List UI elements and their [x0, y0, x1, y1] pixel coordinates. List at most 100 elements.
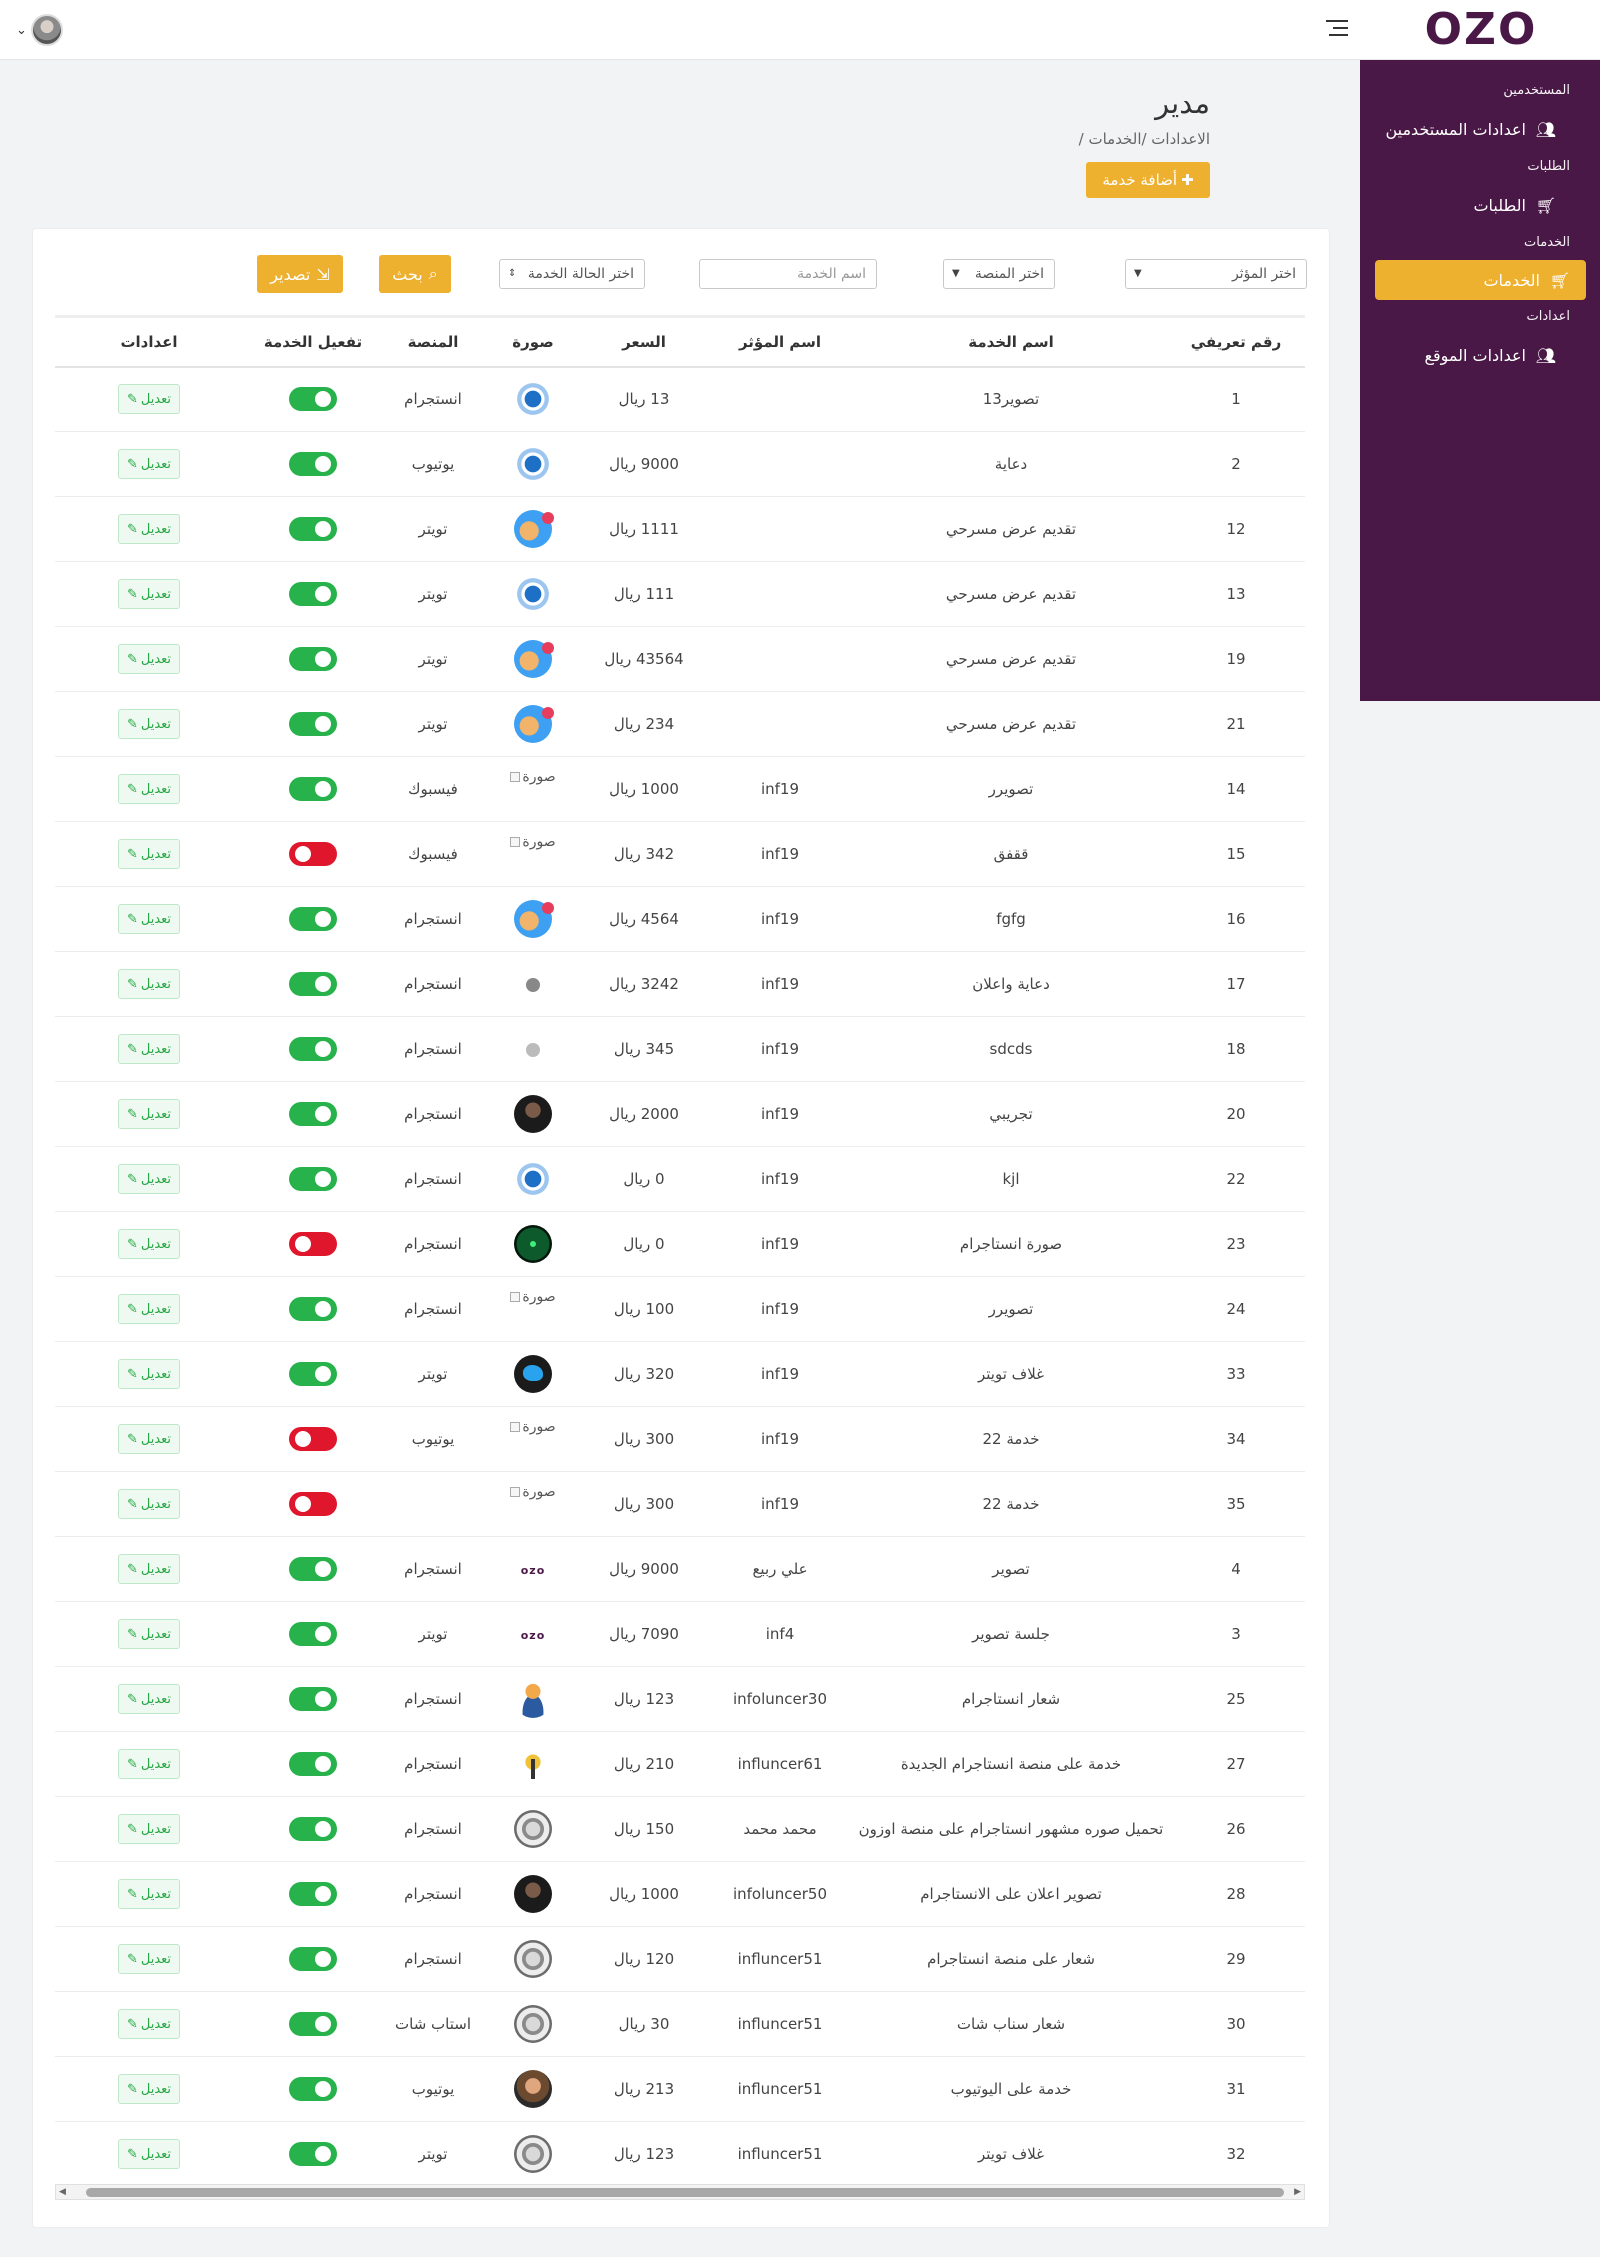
- sidebar-item-orders[interactable]: 🛒︎ الطلبات: [1360, 182, 1586, 228]
- sidebar-item-services[interactable]: 🛒︎ الخدمات: [1375, 260, 1586, 300]
- service-name-input[interactable]: اسم الخدمة: [699, 259, 877, 289]
- cell-service-name: تصويرر: [855, 756, 1167, 822]
- edit-button[interactable]: تعديل ✎: [117, 2139, 181, 2169]
- service-active-toggle[interactable]: [289, 452, 337, 476]
- cell-id: 20: [1167, 1081, 1305, 1147]
- platform-select-value: اختر المنصة: [974, 266, 1044, 282]
- service-active-toggle[interactable]: [289, 972, 337, 996]
- service-active-toggle[interactable]: [289, 1297, 337, 1321]
- edit-button[interactable]: تعديل ✎: [117, 1489, 181, 1519]
- cell-active: [243, 1731, 383, 1797]
- edit-button[interactable]: تعديل ✎: [117, 904, 181, 934]
- edit-button[interactable]: تعديل ✎: [117, 1684, 181, 1714]
- edit-button[interactable]: تعديل ✎: [117, 1814, 181, 1844]
- service-active-toggle[interactable]: [289, 842, 337, 866]
- edit-button[interactable]: تعديل ✎: [117, 839, 181, 869]
- edit-button[interactable]: تعديل ✎: [117, 1424, 181, 1454]
- cell-active: [243, 496, 383, 562]
- service-active-toggle[interactable]: [289, 647, 337, 671]
- service-active-toggle[interactable]: [289, 777, 337, 801]
- service-active-toggle[interactable]: [289, 1622, 337, 1646]
- service-active-toggle[interactable]: [289, 1817, 337, 1841]
- edit-button[interactable]: تعديل ✎: [117, 709, 181, 739]
- column-header[interactable]: اعدادات: [55, 316, 243, 368]
- edit-button[interactable]: تعديل ✎: [117, 2009, 181, 2039]
- menu-toggle-icon[interactable]: [1326, 20, 1348, 40]
- chevron-down-icon[interactable]: ⌄: [16, 23, 27, 38]
- add-service-button[interactable]: ✚ أضافة خدمة: [1086, 162, 1210, 198]
- edit-button[interactable]: تعديل ✎: [117, 1554, 181, 1584]
- horizontal-scrollbar[interactable]: ◀ ▶: [55, 2184, 1305, 2200]
- cell-settings: تعديل ✎: [55, 1016, 243, 1082]
- service-active-toggle[interactable]: [289, 1752, 337, 1776]
- service-active-toggle[interactable]: [289, 387, 337, 412]
- service-active-toggle[interactable]: [289, 2077, 337, 2101]
- service-active-toggle[interactable]: [289, 1947, 337, 1971]
- service-active-toggle[interactable]: [289, 712, 337, 736]
- influencer-select[interactable]: اختر المؤثر ▼: [1125, 259, 1307, 289]
- edit-button[interactable]: تعديل ✎: [117, 1944, 181, 1974]
- service-active-toggle[interactable]: [289, 1167, 337, 1191]
- user-menu[interactable]: ⌄: [16, 14, 63, 46]
- edit-button[interactable]: تعديل ✎: [117, 514, 181, 544]
- scroll-right-icon[interactable]: ▶: [1294, 2187, 1301, 2197]
- edit-button[interactable]: تعديل ✎: [117, 1879, 181, 1909]
- service-active-toggle[interactable]: [289, 582, 337, 606]
- service-active-toggle[interactable]: [289, 1557, 337, 1581]
- edit-button[interactable]: تعديل ✎: [117, 1749, 181, 1779]
- user-avatar[interactable]: [30, 14, 63, 46]
- service-active-toggle[interactable]: [289, 1687, 337, 1711]
- service-active-toggle[interactable]: [289, 1232, 337, 1256]
- column-header[interactable]: السعر: [583, 316, 705, 368]
- ozo-logo[interactable]: OZO: [1419, 2, 1544, 56]
- edit-button[interactable]: تعديل ✎: [117, 1359, 181, 1389]
- platform-select[interactable]: اختر المنصة ▼: [943, 259, 1055, 289]
- export-button[interactable]: ⇲ تصدير: [257, 255, 343, 293]
- edit-button[interactable]: تعديل ✎: [117, 774, 181, 804]
- edit-button[interactable]: تعديل ✎: [117, 1294, 181, 1324]
- service-active-toggle[interactable]: [289, 1492, 337, 1516]
- service-active-toggle[interactable]: [289, 1037, 337, 1061]
- edit-button[interactable]: تعديل ✎: [117, 579, 181, 609]
- edit-button[interactable]: تعديل ✎: [117, 449, 181, 479]
- service-active-toggle[interactable]: [289, 1362, 337, 1386]
- service-active-toggle[interactable]: [289, 907, 337, 931]
- edit-button[interactable]: تعديل ✎: [117, 1619, 181, 1649]
- breadcrumb[interactable]: الاعدادات /الخدمات /: [1079, 130, 1210, 148]
- service-active-toggle[interactable]: [289, 1427, 337, 1451]
- column-header[interactable]: صورة: [483, 316, 583, 368]
- edit-button[interactable]: تعديل ✎: [117, 969, 181, 999]
- sidebar-item-user-settings[interactable]: 👥︎ اعدادات المستخدمين: [1360, 106, 1586, 152]
- service-active-toggle[interactable]: [289, 517, 337, 541]
- edit-button[interactable]: تعديل ✎: [117, 1229, 181, 1259]
- column-header[interactable]: تفعيل الخدمة: [243, 316, 383, 368]
- scroll-left-icon[interactable]: ◀: [59, 2187, 66, 2197]
- service-active-toggle[interactable]: [289, 1882, 337, 1906]
- edit-button[interactable]: تعديل ✎: [117, 1164, 181, 1194]
- sidebar-item-site-settings[interactable]: 👥︎ اعدادات الموقع: [1360, 332, 1586, 378]
- service-active-toggle[interactable]: [289, 2142, 337, 2166]
- cell-platform: انستجرام: [383, 1796, 483, 1862]
- edit-button[interactable]: تعديل ✎: [117, 2074, 181, 2104]
- scrollbar-thumb[interactable]: [86, 2188, 1284, 2197]
- service-active-toggle[interactable]: [289, 2012, 337, 2036]
- search-button[interactable]: ⌕ بحث: [379, 255, 451, 293]
- edit-button[interactable]: تعديل ✎: [117, 644, 181, 674]
- page-title: مدير: [1155, 86, 1210, 120]
- svg-text:OZO: OZO: [1425, 4, 1538, 55]
- table-row: 31 خدمة على اليوتيوب influncer51 213 ريال يو…: [55, 2056, 1305, 2122]
- cell-service-name: تصوير: [855, 1536, 1167, 1602]
- service-active-toggle[interactable]: [289, 1102, 337, 1126]
- status-select[interactable]: اختر الحالة الخدمة ⇕: [499, 259, 645, 289]
- column-header[interactable]: المنصة: [383, 316, 483, 368]
- caret-down-icon: ▼: [1134, 268, 1142, 279]
- edit-button[interactable]: تعديل ✎: [117, 384, 181, 415]
- column-header[interactable]: اسم المؤثر: [705, 316, 855, 368]
- edit-button[interactable]: تعديل ✎: [117, 1099, 181, 1129]
- sort-icon: ⇕: [508, 268, 517, 279]
- edit-button[interactable]: تعديل ✎: [117, 1034, 181, 1064]
- cell-price: 1000 ريال: [583, 1861, 705, 1927]
- cell-id: 14: [1167, 756, 1305, 822]
- column-header[interactable]: رقم تعريفي: [1167, 316, 1305, 368]
- column-header[interactable]: اسم الخدمة: [855, 316, 1167, 368]
